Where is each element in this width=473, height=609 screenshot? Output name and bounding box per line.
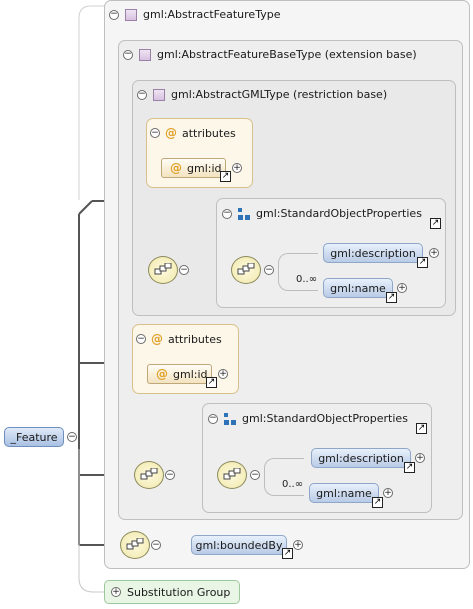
element-label: gml:name	[316, 486, 372, 500]
standard-object-properties-header-outer: − gml:StandardObjectProperties	[208, 412, 408, 425]
attributes-header-inner: − @ attributes	[150, 126, 236, 140]
gml-description-element-inner[interactable]: gml:description	[323, 243, 423, 263]
collapse-toggle[interactable]: −	[123, 49, 133, 60]
substitution-group-label: Substitution Group	[127, 585, 231, 599]
attribute-label: gml:id	[173, 367, 208, 381]
collapse-toggle[interactable]: −	[250, 470, 260, 480]
occurrence-bracket	[278, 253, 318, 291]
collapse-toggle[interactable]: −	[222, 208, 232, 219]
collapse-toggle[interactable]: −	[151, 540, 161, 550]
standard-object-properties-title: gml:StandardObjectProperties	[242, 412, 408, 425]
reference-arrow-icon: ↗	[282, 548, 293, 559]
reference-arrow-icon: ↗	[206, 377, 217, 388]
sequence-symbol	[154, 263, 172, 275]
complex-type-icon	[139, 48, 151, 61]
element-label: gml:name	[330, 281, 386, 295]
abstract-gml-type-title: gml:AbstractGMLType (restriction base)	[171, 88, 388, 101]
standard-object-properties-header-inner: − gml:StandardObjectProperties	[222, 207, 422, 220]
attributes-title: attributes	[168, 332, 222, 346]
feature-root-element[interactable]: _Feature	[4, 427, 64, 447]
sequence-compositor-icon[interactable]	[120, 531, 150, 559]
gml-id-attribute-inner[interactable]: @ gml:id	[161, 158, 226, 178]
abstract-feature-type-title: gml:AbstractFeatureType	[143, 8, 281, 21]
gml-name-element-outer[interactable]: gml:name	[309, 483, 379, 503]
collapse-toggle[interactable]: −	[109, 9, 119, 20]
attribute-icon: @	[170, 161, 182, 175]
attribute-icon: @	[156, 367, 168, 381]
group-icon	[238, 207, 250, 220]
expand-toggle[interactable]: +	[218, 369, 228, 379]
reference-arrow-icon: ↗	[220, 171, 231, 182]
reference-arrow-icon: ↗	[417, 257, 428, 268]
group-icon	[224, 412, 236, 425]
collapse-toggle[interactable]: −	[208, 413, 218, 424]
collapse-toggle[interactable]: −	[67, 432, 77, 442]
attribute-label: gml:id	[187, 161, 222, 175]
attribute-icon: @	[165, 126, 177, 140]
sequence-symbol	[237, 263, 255, 275]
expand-toggle[interactable]: +	[293, 540, 303, 550]
sequence-compositor-icon[interactable]	[134, 461, 164, 489]
element-label: gml:boundedBy	[195, 538, 283, 552]
gml-name-element-inner[interactable]: gml:name	[323, 278, 393, 298]
collapse-toggle[interactable]: −	[137, 89, 147, 100]
abstract-feature-type-header: − gml:AbstractFeatureType	[109, 8, 280, 21]
reference-arrow-icon: ↗	[372, 497, 383, 508]
substitution-group[interactable]: + Substitution Group	[104, 580, 240, 604]
expand-toggle[interactable]: +	[397, 283, 407, 293]
element-label: gml:description	[330, 246, 416, 260]
complex-type-icon	[153, 88, 165, 101]
expand-toggle[interactable]: +	[429, 248, 439, 258]
sequence-compositor-icon[interactable]	[148, 256, 178, 284]
collapse-toggle[interactable]: −	[264, 265, 274, 275]
collapse-toggle[interactable]: −	[165, 470, 175, 480]
attributes-header-outer: − @ attributes	[136, 332, 222, 346]
abstract-gml-type-header: − gml:AbstractGMLType (restriction base)	[137, 88, 387, 101]
sequence-symbol	[126, 538, 144, 550]
standard-object-properties-title: gml:StandardObjectProperties	[256, 207, 422, 220]
reference-arrow-icon: ↗	[404, 462, 415, 473]
gml-description-element-outer[interactable]: gml:description	[311, 448, 411, 468]
sequence-compositor-icon[interactable]	[231, 256, 261, 284]
abstract-feature-base-type-header: − gml:AbstractFeatureBaseType (extension…	[123, 48, 417, 61]
expand-toggle[interactable]: +	[383, 488, 393, 498]
expand-toggle[interactable]: +	[111, 587, 121, 597]
collapse-toggle[interactable]: −	[150, 128, 160, 138]
collapse-toggle[interactable]: −	[136, 334, 146, 344]
gml-bounded-by-element[interactable]: gml:boundedBy	[191, 535, 287, 555]
expand-toggle[interactable]: +	[415, 453, 425, 463]
attribute-icon: @	[151, 332, 163, 346]
element-label: gml:description	[318, 451, 404, 465]
sequence-symbol	[223, 468, 241, 480]
sequence-compositor-icon[interactable]	[217, 461, 247, 489]
sequence-symbol	[140, 468, 158, 480]
reference-arrow-icon: ↗	[430, 218, 441, 229]
reference-arrow-icon: ↗	[416, 423, 427, 434]
reference-arrow-icon: ↗	[386, 292, 397, 303]
occurrence-label: 0..∞	[296, 274, 318, 285]
occurrence-label: 0..∞	[282, 479, 304, 490]
occurrence-bracket	[264, 458, 304, 496]
collapse-toggle[interactable]: −	[179, 265, 189, 275]
attributes-title: attributes	[182, 126, 236, 140]
root-element-label: _Feature	[10, 430, 58, 444]
complex-type-icon	[125, 8, 137, 21]
abstract-feature-base-type-title: gml:AbstractFeatureBaseType (extension b…	[157, 48, 417, 61]
gml-id-attribute-outer[interactable]: @ gml:id	[147, 364, 212, 384]
expand-toggle[interactable]: +	[232, 163, 242, 173]
